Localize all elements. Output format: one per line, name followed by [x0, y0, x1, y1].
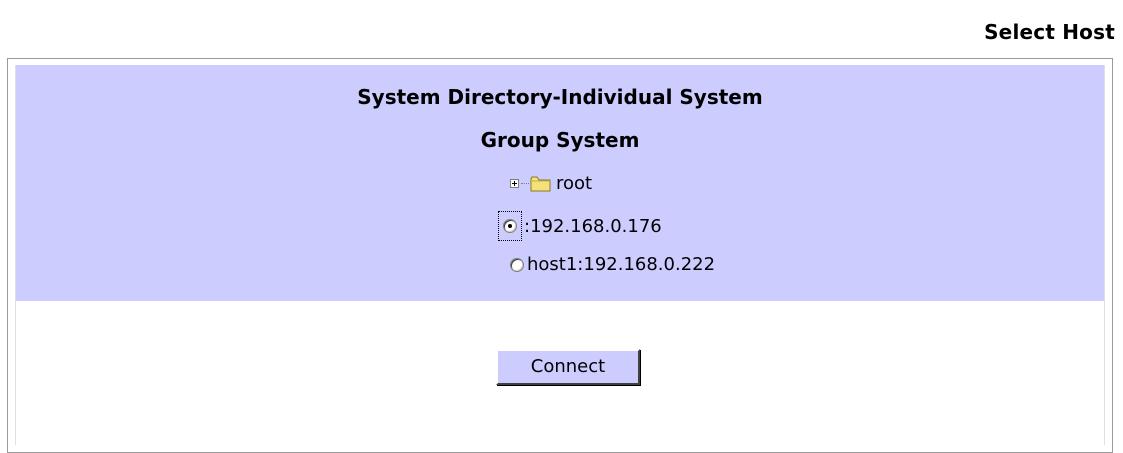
radio-checked-icon[interactable]	[503, 219, 517, 233]
panel-inner-frame: System Directory-Individual System Group…	[15, 65, 1105, 445]
page-title: Select Host	[984, 20, 1115, 44]
host-option-label[interactable]: host1:192.168.0.222	[527, 254, 715, 275]
connect-button[interactable]: Connect	[496, 349, 640, 385]
radio-focus-outline	[498, 211, 522, 241]
host-option-label[interactable]: :192.168.0.176	[524, 216, 662, 237]
host-option[interactable]: host1:192.168.0.222	[510, 254, 715, 275]
plus-box-icon[interactable]	[510, 179, 519, 188]
tree-connector	[521, 183, 529, 184]
host-option[interactable]: :192.168.0.176	[498, 211, 662, 241]
select-host-panel: System Directory-Individual System Group…	[7, 58, 1113, 453]
directory-title: System Directory-Individual System	[357, 85, 763, 109]
system-directory-section: System Directory-Individual System Group…	[16, 65, 1104, 301]
tree-root-label: root	[556, 173, 593, 194]
tree-node-root[interactable]: root	[510, 173, 592, 194]
folder-icon	[530, 176, 551, 191]
radio-unchecked-icon[interactable]	[510, 257, 524, 272]
directory-subtitle: Group System	[480, 128, 640, 152]
